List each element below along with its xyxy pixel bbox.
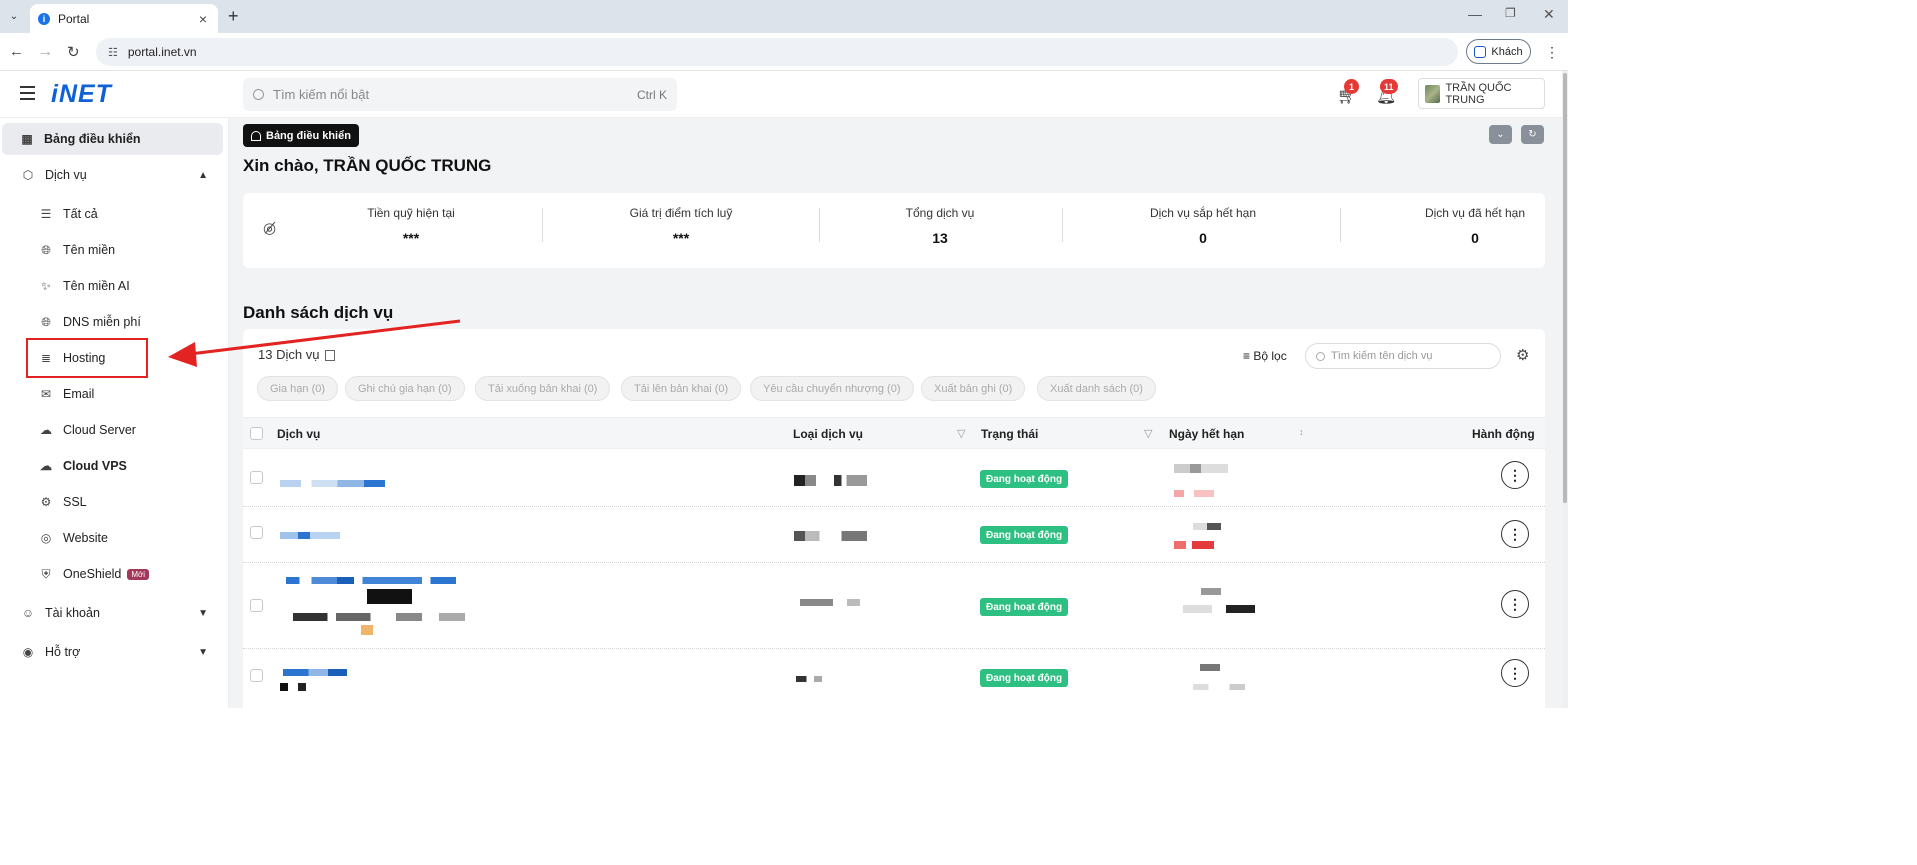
browser-window: { "browser": { "tab_title": "Portal", "u… <box>0 0 1568 708</box>
annotation-arrow <box>168 319 461 367</box>
